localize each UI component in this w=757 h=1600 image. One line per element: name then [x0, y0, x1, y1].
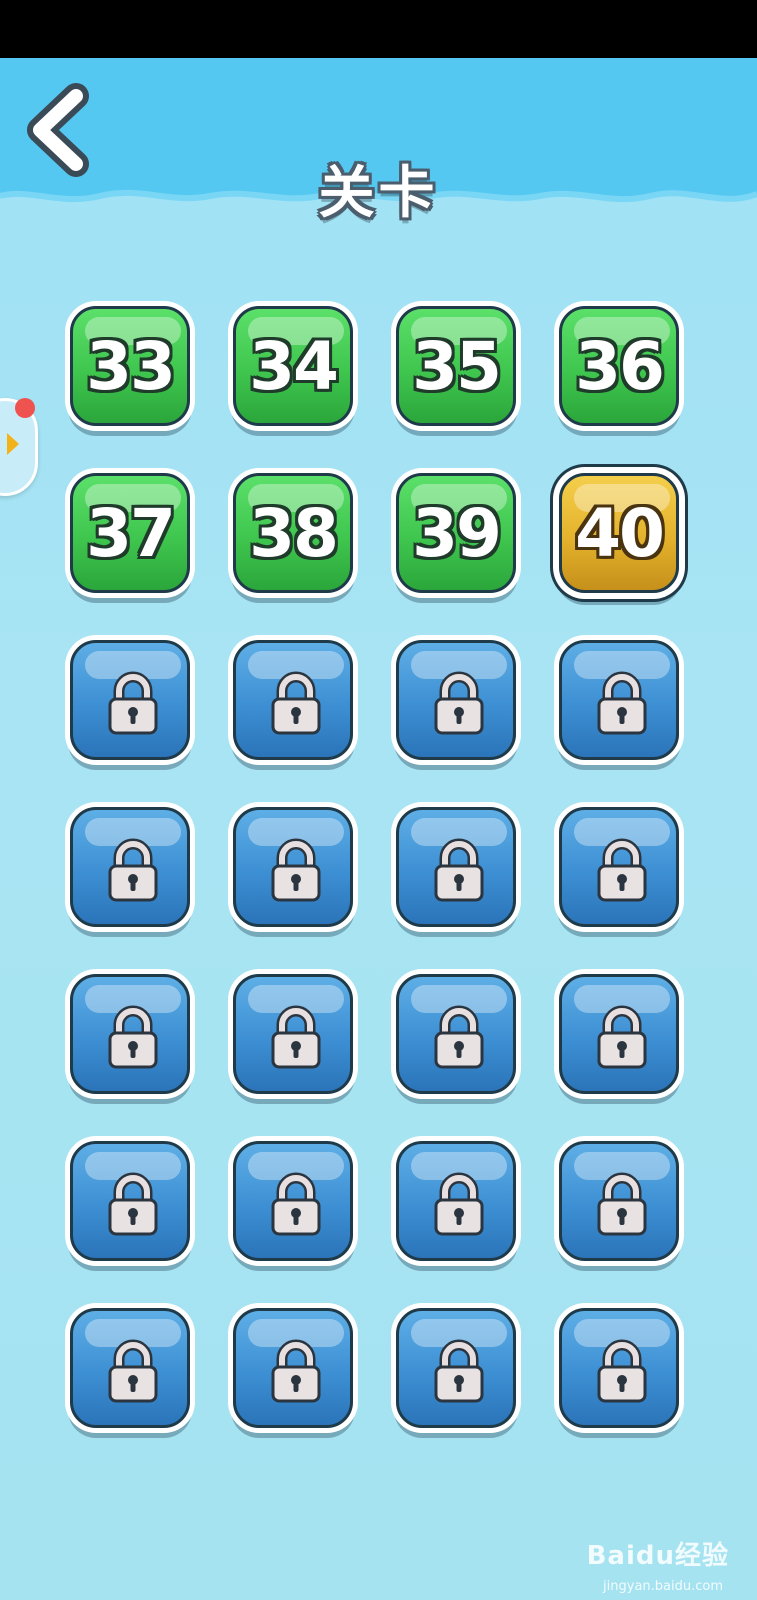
lock-icon: [434, 1339, 484, 1403]
level-tile[interactable]: 37: [70, 473, 190, 593]
level-tile[interactable]: 38: [233, 473, 353, 593]
chevron-right-icon: [7, 433, 19, 455]
level-tile[interactable]: 35: [396, 306, 516, 426]
lock-icon: [108, 671, 158, 735]
level-tile-locked[interactable]: [396, 974, 516, 1094]
lock-icon: [597, 671, 647, 735]
lock-icon: [108, 838, 158, 902]
lock-icon: [597, 1339, 647, 1403]
lock-icon: [434, 1005, 484, 1069]
level-grid: 33 34 35 36 37 38 39 40: [70, 306, 690, 1428]
level-tile-locked[interactable]: [559, 1308, 679, 1428]
lock-icon: [597, 1172, 647, 1236]
level-tile-locked[interactable]: [233, 1308, 353, 1428]
level-tile-locked[interactable]: [396, 807, 516, 927]
level-tile-locked[interactable]: [70, 974, 190, 1094]
level-number: 37: [86, 494, 176, 572]
level-number: 33: [86, 327, 176, 405]
level-tile-locked[interactable]: [559, 1141, 679, 1261]
lock-icon: [271, 671, 321, 735]
lock-icon: [108, 1172, 158, 1236]
level-tile-locked[interactable]: [70, 1141, 190, 1261]
level-number: 38: [249, 494, 339, 572]
level-tile[interactable]: 39: [396, 473, 516, 593]
level-number: 34: [249, 327, 339, 405]
lock-icon: [108, 1339, 158, 1403]
level-tile[interactable]: 36: [559, 306, 679, 426]
level-tile[interactable]: 33: [70, 306, 190, 426]
lock-icon: [597, 1005, 647, 1069]
level-number: 40: [575, 494, 665, 572]
level-tile[interactable]: 40: [559, 473, 679, 593]
lock-icon: [271, 1339, 321, 1403]
level-tile-locked[interactable]: [559, 640, 679, 760]
level-number: 35: [412, 327, 502, 405]
lock-icon: [434, 1172, 484, 1236]
level-tile-locked[interactable]: [396, 640, 516, 760]
lock-icon: [271, 1005, 321, 1069]
level-number: 39: [412, 494, 502, 572]
level-tile-locked[interactable]: [396, 1141, 516, 1261]
level-tile-locked[interactable]: [233, 807, 353, 927]
level-tile-locked[interactable]: [70, 640, 190, 760]
watermark-brand: Baidu经验: [586, 1541, 729, 1571]
level-tile[interactable]: 34: [233, 306, 353, 426]
lock-icon: [271, 838, 321, 902]
level-tile-locked[interactable]: [559, 974, 679, 1094]
lock-icon: [434, 838, 484, 902]
level-tile-locked[interactable]: [233, 1141, 353, 1261]
watermark-url: jingyan.baidu.com: [603, 1579, 723, 1594]
lock-icon: [597, 838, 647, 902]
level-tile-locked[interactable]: [70, 1308, 190, 1428]
lock-icon: [108, 1005, 158, 1069]
level-number: 36: [575, 327, 665, 405]
status-bar: [0, 0, 757, 58]
level-tile-locked[interactable]: [559, 807, 679, 927]
lock-icon: [271, 1172, 321, 1236]
lock-icon: [434, 671, 484, 735]
notification-dot: [15, 398, 35, 418]
level-tile-locked[interactable]: [70, 807, 190, 927]
level-tile-locked[interactable]: [233, 974, 353, 1094]
level-tile-locked[interactable]: [396, 1308, 516, 1428]
level-tile-locked[interactable]: [233, 640, 353, 760]
page-title: 关卡: [318, 161, 439, 226]
